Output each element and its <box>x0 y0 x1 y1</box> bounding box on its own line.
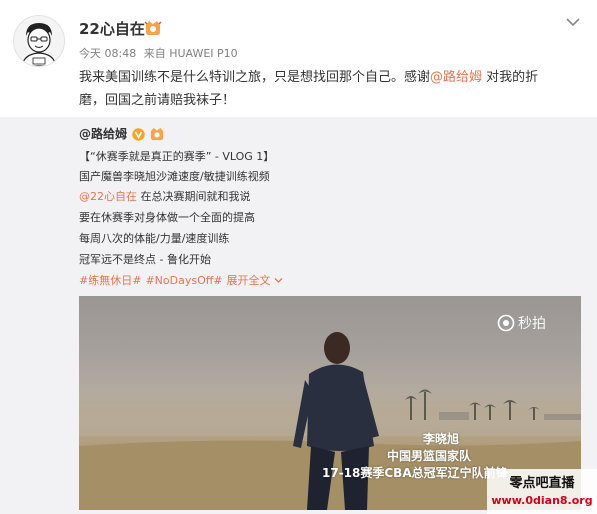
repost-line-text: 在总决赛期间就和我说 <box>137 190 251 203</box>
repost-author[interactable]: @路给姆 <box>79 125 127 142</box>
repost-card: @路给姆 【“休赛季就是真正的赛季” - VLOG 1】 国产魔兽李晓旭沙滩速度… <box>0 117 597 514</box>
site-watermark: 零点吧直播 www.0dian8.org <box>487 469 597 514</box>
hashtag-link[interactable]: #练無休日# <box>79 274 141 287</box>
expand-label: 展开全文 <box>226 274 271 287</box>
timestamp[interactable]: 今天 08:48 <box>79 47 136 60</box>
chevron-down-icon[interactable] <box>565 14 581 28</box>
expand-full-text-link[interactable]: 展开全文 <box>227 274 284 287</box>
hashtag-link[interactable]: #NoDaysOff# <box>145 274 222 287</box>
site-watermark-title: 零点吧直播 <box>509 476 575 491</box>
chevron-down-icon <box>274 278 283 283</box>
repost-line: 冠军远不是终点 - 鲁化开始 <box>79 253 211 266</box>
mention-link[interactable]: @路给姆 <box>430 70 482 85</box>
miaopai-watermark: 秒拍 <box>497 313 546 333</box>
site-watermark-url: www.0dian8.org <box>491 494 593 507</box>
repost-line: 每周八次的体能/力量/速度训练 <box>79 232 230 245</box>
post-meta: 今天 08:48 来自 HUAWEI P10 <box>79 45 242 61</box>
post-text-line-2: 磨，回国之前请赔我袜子！ <box>79 93 236 108</box>
repost-line: 要在休赛季对身体做一个全面的提高 <box>79 211 255 224</box>
post-text: 我来美国训练不是什么特训之旅，只是想找回那个自己。感谢@路给姆 对我的折 磨，回… <box>79 66 579 112</box>
mention-link[interactable]: @22心自在 <box>79 190 137 203</box>
watermark-text: 秒拍 <box>518 316 546 332</box>
verified-v-icon <box>132 126 145 141</box>
repost-line: 国产魔兽李晓旭沙滩速度/敏捷训练视频 <box>79 170 270 183</box>
video-caption-team: 中国男篮国家队 <box>387 449 472 463</box>
post-source: 来自 HUAWEI P10 <box>143 47 238 60</box>
video-caption-title: 17-18赛季CBA总冠军辽宁队前锋 <box>322 466 508 480</box>
vip-badge-icon[interactable] <box>149 126 165 141</box>
vip-badge-icon[interactable] <box>144 20 162 36</box>
weibo-post: 22心自在 今天 08:48 来自 HUAWEI P10 我来美国训练不是什么特… <box>0 0 597 514</box>
repost-line: @22心自在 在总决赛期间就和我说 <box>79 188 251 204</box>
avatar[interactable] <box>13 15 65 67</box>
post-text-segment: 我来美国训练不是什么特训之旅，只是想找回那个自己。感谢 <box>79 70 431 85</box>
post-text-line-1: 我来美国训练不是什么特训之旅，只是想找回那个自己。感谢@路给姆 对我的折 <box>79 66 579 89</box>
hashtag-row: #练無休日# #NoDaysOff# 展开全文 <box>79 272 283 288</box>
miaopai-logo-icon <box>497 314 515 332</box>
repost-line: 【“休赛季就是真正的赛季” - VLOG 1】 <box>79 150 275 163</box>
video-caption-name: 李晓旭 <box>423 432 460 446</box>
post-text-segment: 对我的折 <box>482 70 539 85</box>
username[interactable]: 22心自在 <box>79 18 145 39</box>
